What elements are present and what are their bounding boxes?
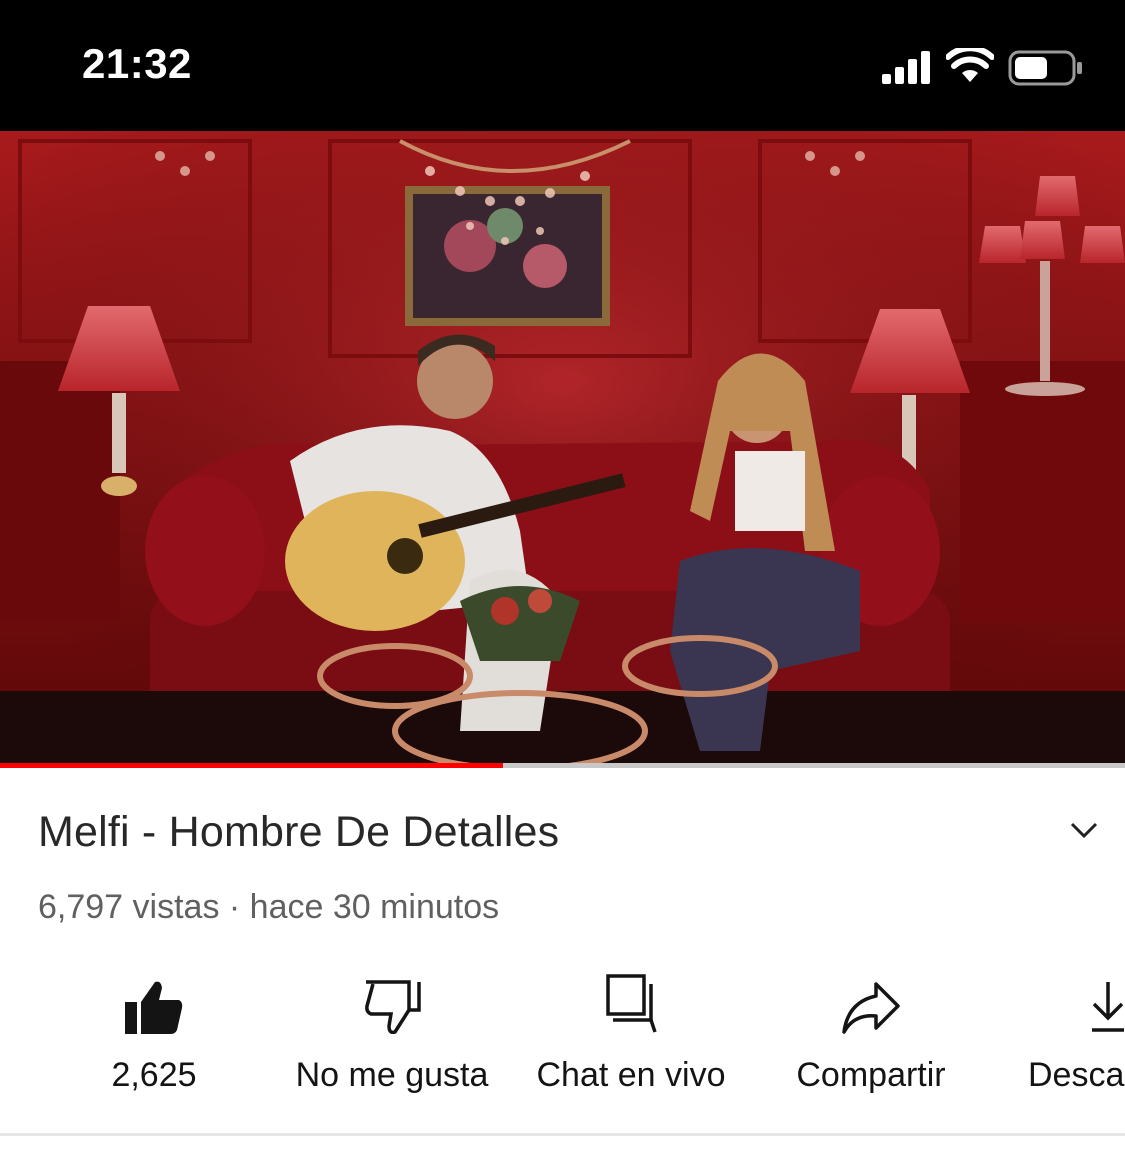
- video-progress-played: [0, 763, 503, 768]
- thumbs-up-filled-icon: [125, 981, 183, 1034]
- video-player[interactable]: [0, 131, 1125, 763]
- video-progress-bar[interactable]: [0, 763, 1125, 768]
- dislike-label: No me gusta: [295, 1056, 489, 1094]
- live-chat-label: Chat en vivo: [536, 1056, 726, 1094]
- video-frame: [0, 131, 1125, 763]
- live-chat-button[interactable]: Chat en vivo: [526, 960, 736, 1100]
- video-title: Melfi - Hombre De Detalles: [38, 808, 560, 856]
- battery-icon: [1008, 50, 1082, 86]
- section-divider: [0, 1133, 1125, 1136]
- live-chat-icon: [606, 974, 657, 1033]
- status-time: 21:32: [82, 40, 192, 87]
- video-meta: 6,797 vistas · hace 30 minutos: [38, 888, 500, 926]
- share-button[interactable]: Compartir: [782, 960, 960, 1100]
- download-button[interactable]: Desca: [1028, 960, 1125, 1100]
- download-icon: [1092, 982, 1124, 1032]
- share-icon: [842, 982, 900, 1034]
- dislike-button[interactable]: No me gusta: [282, 960, 502, 1100]
- thumbs-down-icon: [365, 980, 421, 1034]
- share-label: Compartir: [796, 1056, 946, 1094]
- download-label: Desca: [1028, 1056, 1125, 1094]
- like-count: 2,625: [111, 1056, 197, 1094]
- like-button[interactable]: 2,625: [104, 960, 204, 1100]
- wifi-icon: [946, 48, 994, 82]
- chevron-down-icon[interactable]: [1068, 818, 1100, 842]
- cellular-signal-icon: [882, 51, 930, 84]
- status-bar: 21:32: [0, 0, 1125, 131]
- action-row: 2,625 No me gusta Chat en vivo Compartir: [0, 960, 1125, 1100]
